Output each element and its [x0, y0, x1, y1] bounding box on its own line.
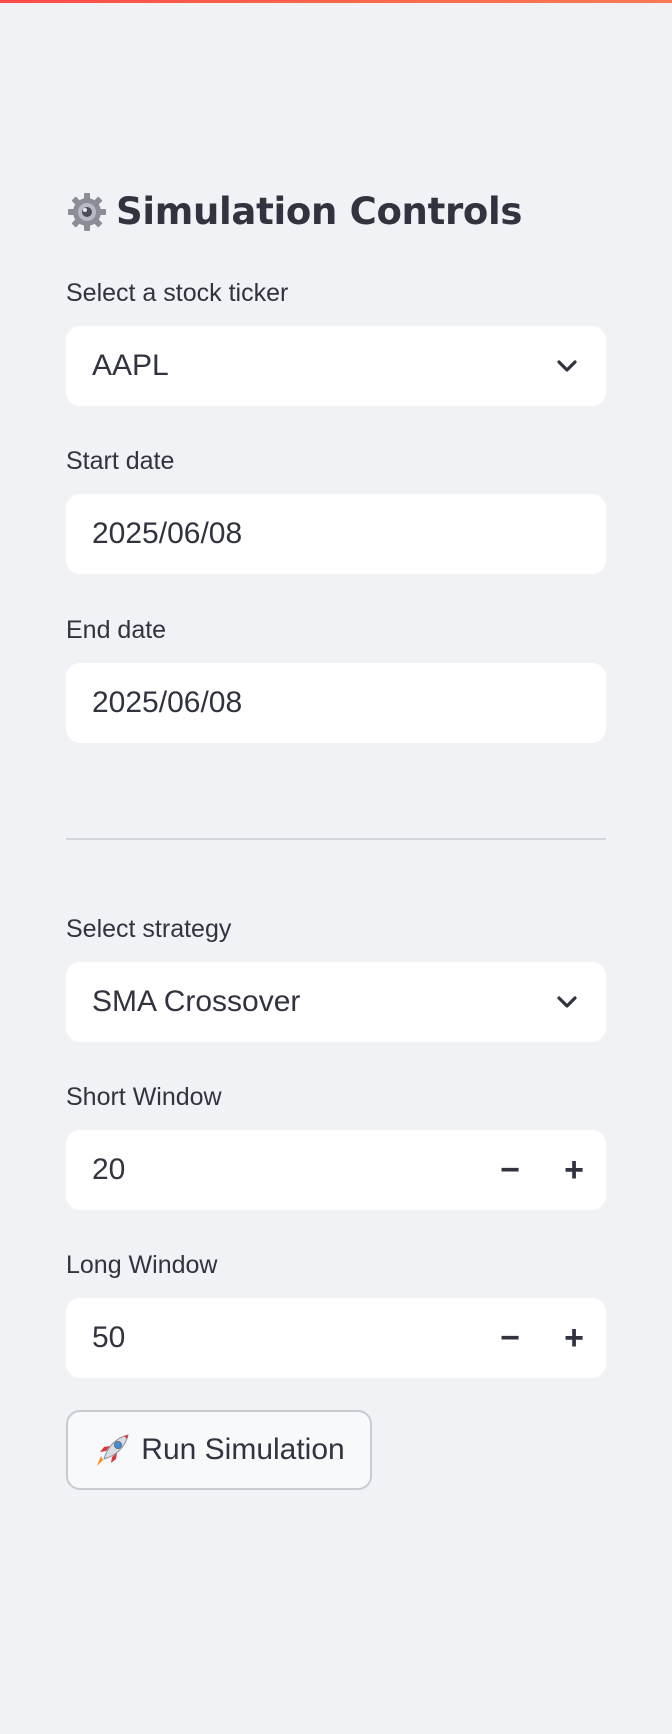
sidebar-title: Simulation Controls: [66, 190, 522, 233]
short-window-decrement-button[interactable]: −: [478, 1130, 542, 1210]
ticker-select-value: AAPL: [92, 349, 169, 382]
section-divider: [66, 838, 606, 840]
ticker-select[interactable]: AAPL: [66, 326, 606, 406]
start-date-value: 2025/06/08: [92, 517, 243, 550]
end-date-label: End date: [66, 616, 167, 644]
start-date-input[interactable]: 2025/06/08: [66, 494, 606, 574]
strategy-select-value: SMA Crossover: [92, 985, 301, 1018]
long-window-increment-button[interactable]: +: [542, 1298, 606, 1378]
run-simulation-button[interactable]: Run Simulation: [66, 1410, 372, 1490]
run-simulation-label: Run Simulation: [141, 1433, 345, 1466]
ticker-label: Select a stock ticker: [66, 279, 289, 307]
short-window-value[interactable]: 20: [92, 1153, 125, 1187]
start-date-label: Start date: [66, 447, 175, 475]
end-date-value: 2025/06/08: [92, 686, 243, 719]
end-date-input[interactable]: 2025/06/08: [66, 663, 606, 743]
chevron-down-icon: [557, 996, 577, 1008]
long-window-stepper: 50 − +: [66, 1298, 606, 1378]
rocket-icon: [97, 1434, 129, 1468]
strategy-label: Select strategy: [66, 915, 232, 943]
gear-icon: [68, 192, 106, 231]
short-window-stepper: 20 − +: [66, 1130, 606, 1210]
top-accent-bar: [0, 0, 672, 3]
chevron-down-icon: [557, 360, 577, 372]
short-window-increment-button[interactable]: +: [542, 1130, 606, 1210]
sidebar-title-text: Simulation Controls: [116, 190, 523, 233]
long-window-value[interactable]: 50: [92, 1321, 125, 1355]
long-window-decrement-button[interactable]: −: [478, 1298, 542, 1378]
short-window-label: Short Window: [66, 1083, 222, 1111]
long-window-label: Long Window: [66, 1251, 218, 1279]
strategy-select[interactable]: SMA Crossover: [66, 962, 606, 1042]
